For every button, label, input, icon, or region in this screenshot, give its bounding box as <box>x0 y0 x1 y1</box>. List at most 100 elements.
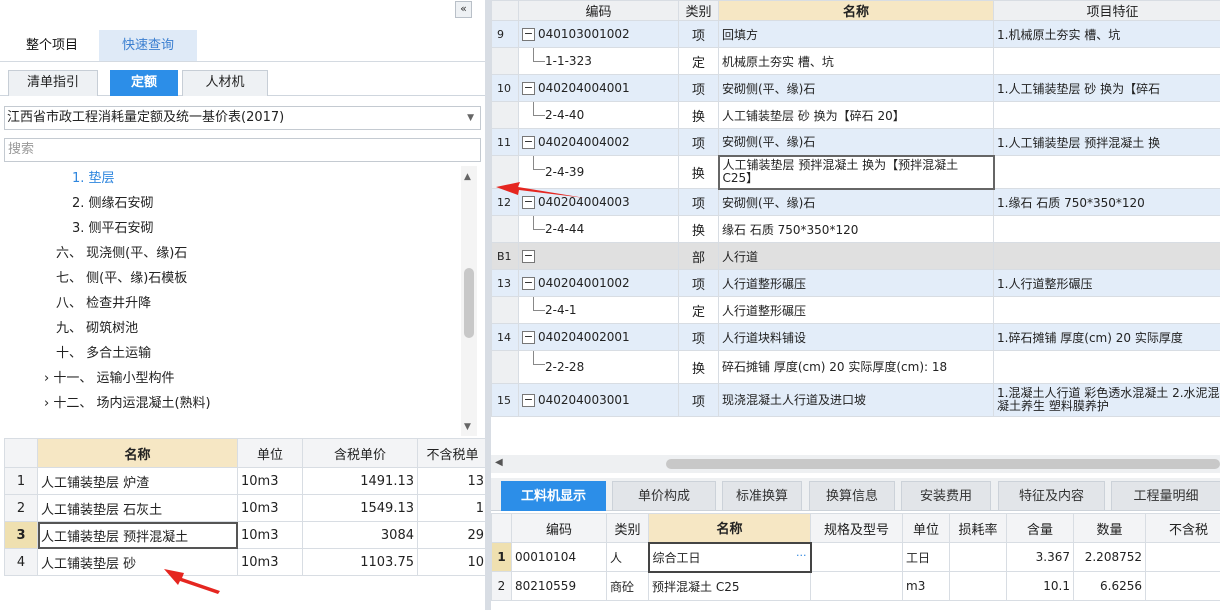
res-col-unit[interactable]: 单位 <box>902 513 950 543</box>
item-name[interactable]: 人行道块料铺设 <box>718 323 994 351</box>
grid-col-code[interactable]: 编码 <box>518 0 679 21</box>
res-content[interactable]: 10.1 <box>1006 571 1074 601</box>
item-name[interactable]: 安砌侧(平、缘)石 <box>718 128 994 156</box>
item-name[interactable]: 缘石 石质 750*350*120 <box>718 215 994 243</box>
tab-quick-query[interactable]: 快速查询 <box>99 30 197 61</box>
res-loss[interactable] <box>949 542 1007 572</box>
res-content[interactable]: 3.367 <box>1006 542 1074 572</box>
tree-node[interactable]: 九、 砌筑树池 <box>56 316 138 341</box>
bill-row[interactable]: 14−040204002001 项人行道块料铺设 1.碎石摊铺 厚度(cm) 20 … <box>491 323 1220 351</box>
item-feature[interactable] <box>993 215 1220 243</box>
res-col-notax[interactable]: 不含税 <box>1145 513 1220 543</box>
item-code[interactable]: −040204001002 <box>518 269 679 297</box>
quota-row[interactable]: 3 人工铺装垫层 预拌混凝土 10m3 3084 29 <box>4 521 485 549</box>
item-code[interactable]: − <box>518 242 679 270</box>
grid-col-feature[interactable]: 项目特征 <box>993 0 1220 21</box>
quota-row[interactable]: 1 人工铺装垫层 炉渣 10m3 1491.13 13 <box>4 467 485 495</box>
tree-node[interactable]: 1. 垫层 <box>72 166 115 191</box>
item-feature[interactable] <box>993 350 1220 384</box>
detail-tab[interactable]: 安装费用 <box>901 481 991 511</box>
item-feature[interactable]: 1.缘石 石质 750*350*120 <box>993 188 1220 216</box>
bill-row[interactable]: 11−040204004002 项安砌侧(平、缘)石 1.人工铺装垫层 预拌混凝土 … <box>491 128 1220 156</box>
bill-row[interactable]: 9−040103001002 项回填方 1.机械原土夯实 槽、坑 <box>491 20 1220 48</box>
tree-node[interactable]: 七、 侧(平、缘)石模板 <box>56 266 187 291</box>
collapse-toggle-icon[interactable]: − <box>522 82 535 95</box>
res-name[interactable]: 综合工日 ··· <box>647 541 812 573</box>
detail-tab[interactable]: 标准换算 <box>722 481 802 511</box>
item-feature[interactable] <box>993 101 1220 129</box>
bill-row[interactable]: 10−040204004001 项安砌侧(平、缘)石 1.人工铺装垫层 砂 换为【碎… <box>491 74 1220 102</box>
search-input[interactable]: 搜索 <box>4 138 481 162</box>
collapse-toggle-icon[interactable]: − <box>522 28 535 41</box>
quota-row[interactable]: 4 人工铺装垫层 砂 10m3 1103.75 10 <box>4 548 485 576</box>
item-code[interactable]: 2-4-44 <box>518 215 679 243</box>
bill-row[interactable]: 12−040204004003 项安砌侧(平、缘)石 1.缘石 石质 750*350… <box>491 188 1220 216</box>
res-col-loss[interactable]: 损耗率 <box>949 513 1007 543</box>
item-name[interactable]: 现浇混凝土人行道及进口坡 <box>718 383 994 417</box>
item-code[interactable]: 2-4-1 <box>518 296 679 324</box>
scroll-down-icon[interactable]: ▼ <box>464 422 471 432</box>
detail-tab[interactable]: 工料机显示 <box>501 481 606 511</box>
res-loss[interactable] <box>949 571 1007 601</box>
quota-row[interactable]: 2 人工铺装垫层 石灰土 10m3 1549.13 1 <box>4 494 485 522</box>
tree-scroll-thumb[interactable] <box>464 268 474 338</box>
detail-tab[interactable]: 工程量明细 <box>1111 481 1220 511</box>
tree-node[interactable]: 2. 侧缘石安砌 <box>72 191 154 216</box>
item-feature[interactable]: 1.人工铺装垫层 预拌混凝土 换 <box>993 128 1220 156</box>
res-name[interactable]: 预拌混凝土 C25 <box>648 571 811 601</box>
res-col-type[interactable]: 类别 <box>606 513 649 543</box>
grid-col-type[interactable]: 类别 <box>678 0 719 21</box>
item-code[interactable]: −040103001002 <box>518 20 679 48</box>
res-col-qty[interactable]: 数量 <box>1073 513 1146 543</box>
quota-book-select[interactable]: 江西省市政工程消耗量定额及统一基价表(2017) ▼ <box>4 106 481 130</box>
col-unit[interactable]: 单位 <box>237 438 303 468</box>
item-name[interactable]: 安砌侧(平、缘)石 <box>718 74 994 102</box>
item-feature[interactable]: 1.人工铺装垫层 砂 换为【碎石 <box>993 74 1220 102</box>
res-col-spec[interactable]: 规格及型号 <box>810 513 903 543</box>
detail-tab[interactable]: 单价构成 <box>612 481 716 511</box>
item-code[interactable]: 2-4-39 <box>518 155 679 189</box>
res-qty[interactable]: 6.6256 <box>1073 571 1146 601</box>
collapse-toggle-icon[interactable]: − <box>522 394 535 407</box>
res-spec[interactable] <box>810 542 903 572</box>
item-code[interactable]: 1-1-323 <box>518 47 679 75</box>
item-code[interactable]: −040204004002 <box>518 128 679 156</box>
resource-row[interactable]: 1 00010104 人综合工日 ··· 工日 3.367 2.208752 <box>491 541 1220 573</box>
quota-sub-row[interactable]: 2-4-44 换缘石 石质 750*350*120 <box>491 215 1220 243</box>
res-col-code[interactable]: 编码 <box>511 513 607 543</box>
item-code[interactable]: −040204002001 <box>518 323 679 351</box>
item-code[interactable]: 2-4-40 <box>518 101 679 129</box>
resource-row[interactable]: 2 80210559 商砼 预拌混凝土 C25 m3 10.1 6.6256 <box>491 571 1220 601</box>
item-code[interactable]: −040204004001 <box>518 74 679 102</box>
collapse-toggle-icon[interactable]: − <box>522 136 535 149</box>
res-code[interactable]: 00010104 <box>511 542 607 572</box>
item-feature[interactable]: 1.人行道整形碾压 <box>993 269 1220 297</box>
item-code[interactable]: −040204004003 <box>518 188 679 216</box>
item-name[interactable]: 回填方 <box>718 20 994 48</box>
tree-node[interactable]: › 十一、 运输小型构件 <box>44 366 174 391</box>
quota-sub-row[interactable]: 2-2-28 换碎石摊铺 厚度(cm) 20 实际厚度(cm): 18 <box>491 350 1220 384</box>
res-qty[interactable]: 2.208752 <box>1073 542 1146 572</box>
item-feature[interactable] <box>993 242 1220 270</box>
detail-tab[interactable]: 特征及内容 <box>998 481 1105 511</box>
item-feature[interactable] <box>993 155 1220 189</box>
grid-scroll-thumb[interactable] <box>666 459 1220 469</box>
item-name[interactable]: 碎石摊铺 厚度(cm) 20 实际厚度(cm): 18 <box>718 350 994 384</box>
collapse-toggle-icon[interactable]: − <box>522 250 535 263</box>
collapse-panel-button[interactable]: « <box>455 1 472 18</box>
tab-bill-guide[interactable]: 清单指引 <box>8 70 98 96</box>
res-spec[interactable] <box>810 571 903 601</box>
tree-node[interactable]: 3. 侧平石安砌 <box>72 216 154 241</box>
tree-scrollbar[interactable]: ▲ ▼ <box>461 166 477 436</box>
quota-sub-row[interactable]: 2-4-39 换人工铺装垫层 预拌混凝土 换为【预拌混凝土 C25】 <box>491 154 1220 190</box>
item-code[interactable]: 2-2-28 <box>518 350 679 384</box>
collapse-toggle-icon[interactable]: − <box>522 196 535 209</box>
more-options-icon[interactable]: ··· <box>796 549 807 562</box>
tree-node[interactable]: 八、 检查井升降 <box>56 291 151 316</box>
scroll-up-icon[interactable]: ▲ <box>464 172 471 182</box>
res-code[interactable]: 80210559 <box>511 571 607 601</box>
item-feature[interactable]: 1.机械原土夯实 槽、坑 <box>993 20 1220 48</box>
bill-row[interactable]: B1− 部人行道 <box>491 242 1220 270</box>
item-name[interactable]: 安砌侧(平、缘)石 <box>718 188 994 216</box>
collapse-toggle-icon[interactable]: − <box>522 277 535 290</box>
